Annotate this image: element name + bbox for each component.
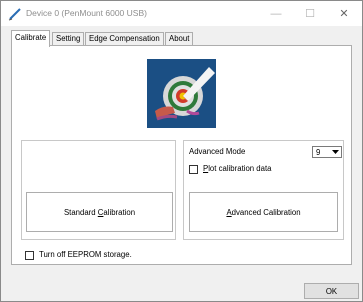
tab-calibrate[interactable]: Calibrate [11, 30, 51, 47]
plot-calibration-label: Plot calibration data [203, 164, 272, 173]
window-title: Device 0 (PenMount 6000 USB) [26, 8, 147, 18]
advanced-mode-select[interactable]: 9 [312, 146, 342, 158]
standard-calibration-button[interactable]: Standard Calibration [26, 192, 173, 232]
standard-calibration-label: Standard Calibration [63, 207, 136, 217]
close-button[interactable]: ✕ [327, 1, 361, 26]
advanced-calibration-button[interactable]: Advanced Calibration [189, 192, 338, 232]
eeprom-checkbox[interactable] [25, 251, 34, 260]
chevron-down-icon [329, 147, 341, 157]
calibration-target-logo [147, 59, 216, 128]
minimize-button[interactable]: — [259, 1, 293, 26]
tab-about[interactable]: About [165, 32, 194, 46]
eeprom-label: Turn off EEPROM storage. [39, 250, 132, 259]
tab-edge-compensation[interactable]: Edge Compensation [85, 32, 164, 46]
title-bar[interactable]: Device 0 (PenMount 6000 USB) — ☐ ✕ [1, 1, 362, 26]
standard-calibration-group: Standard Calibration [21, 140, 176, 240]
tab-strip: Calibrate Setting Edge Compensation Abou… [11, 30, 351, 47]
maximize-button[interactable]: ☐ [293, 1, 327, 26]
advanced-calibration-group: Advanced Mode 9 Plot calibration data Ad… [183, 140, 344, 240]
calibrate-panel: Standard Calibration Advanced Mode 9 Plo… [11, 45, 352, 265]
dialog-window: Device 0 (PenMount 6000 USB) — ☐ ✕ Calib… [0, 0, 363, 302]
advanced-calibration-label: Advanced Calibration [226, 207, 301, 217]
plot-calibration-checkbox[interactable] [189, 165, 198, 174]
ok-button[interactable]: OK [304, 283, 359, 299]
tab-setting[interactable]: Setting [52, 32, 85, 46]
advanced-mode-label: Advanced Mode [189, 147, 246, 156]
pen-icon [8, 8, 21, 21]
advanced-mode-value: 9 [316, 148, 321, 157]
